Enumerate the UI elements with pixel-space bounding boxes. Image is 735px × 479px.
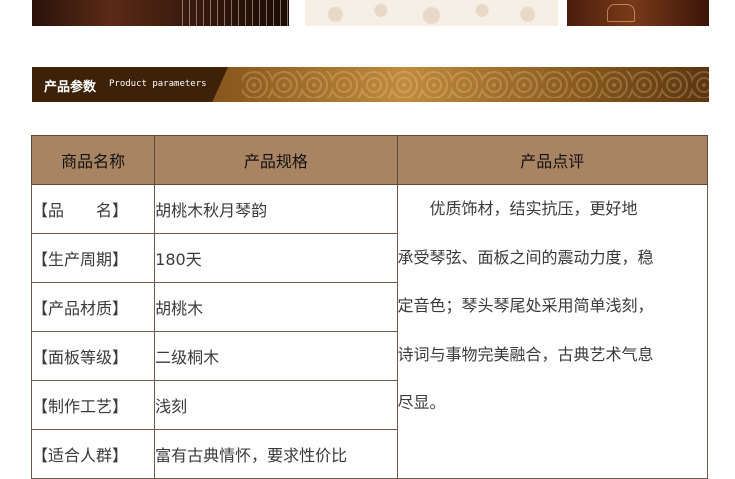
header-product-spec: 产品规格 (154, 135, 398, 185)
review-cell: 优质饰材，结实抗压，更好地 承受琴弦、面板之间的震动力度，稳 定音色；琴头琴尾处… (396, 184, 709, 479)
table-row: 【品 名】 胡桃木秋月琴韵 优质饰材，结实抗压，更好地 承受琴弦、面板之间的震动… (30, 184, 709, 479)
row-label: 【生产周期】 (30, 233, 156, 283)
row-label: 【制作工艺】 (30, 380, 156, 430)
header-product-review: 产品点评 (396, 135, 709, 185)
section-banner: 产品参数 Product parameters (32, 67, 709, 102)
header-product-name: 商品名称 (30, 135, 156, 185)
banner-subtitle: Product parameters (109, 79, 207, 89)
row-label: 【适合人群】 (30, 429, 156, 479)
review-line: 优质饰材，结实抗压，更好地 (429, 199, 638, 218)
review-line: 承受琴弦、面板之间的震动力度，稳 (397, 247, 654, 267)
product-photo-carving (567, 0, 709, 26)
row-value: 浅刻 (154, 380, 398, 430)
product-photo-strip (0, 0, 735, 26)
row-label: 【产品材质】 (30, 282, 156, 332)
carving-detail (607, 4, 635, 22)
parameters-table: 商品名称 产品规格 产品点评 【品 名】 胡桃木秋月琴韵 优质饰材，结实抗压，更… (30, 135, 709, 479)
review-line: 定音色；琴头琴尾处采用简单浅刻， (397, 296, 654, 315)
row-label: 【品 名】 (30, 184, 156, 234)
banner-ornament (242, 71, 709, 98)
table-header-row: 商品名称 产品规格 产品点评 (30, 135, 709, 185)
product-photo-strings (32, 0, 289, 26)
banner-title: 产品参数 (44, 80, 97, 95)
guzheng-strings (182, 0, 289, 26)
row-value: 胡桃木秋月琴韵 (154, 184, 398, 234)
row-value: 胡桃木 (154, 282, 398, 332)
review-line: 尽显。 (397, 393, 446, 412)
review-line: 诗词与事物完美融合，古典艺术气息 (397, 344, 654, 364)
row-value: 180天 (154, 233, 398, 283)
product-photo-pattern (305, 0, 558, 26)
row-value: 二级桐木 (154, 331, 398, 381)
row-value: 富有古典情怀，要求性价比 (154, 429, 398, 479)
row-label: 【面板等级】 (30, 331, 156, 381)
